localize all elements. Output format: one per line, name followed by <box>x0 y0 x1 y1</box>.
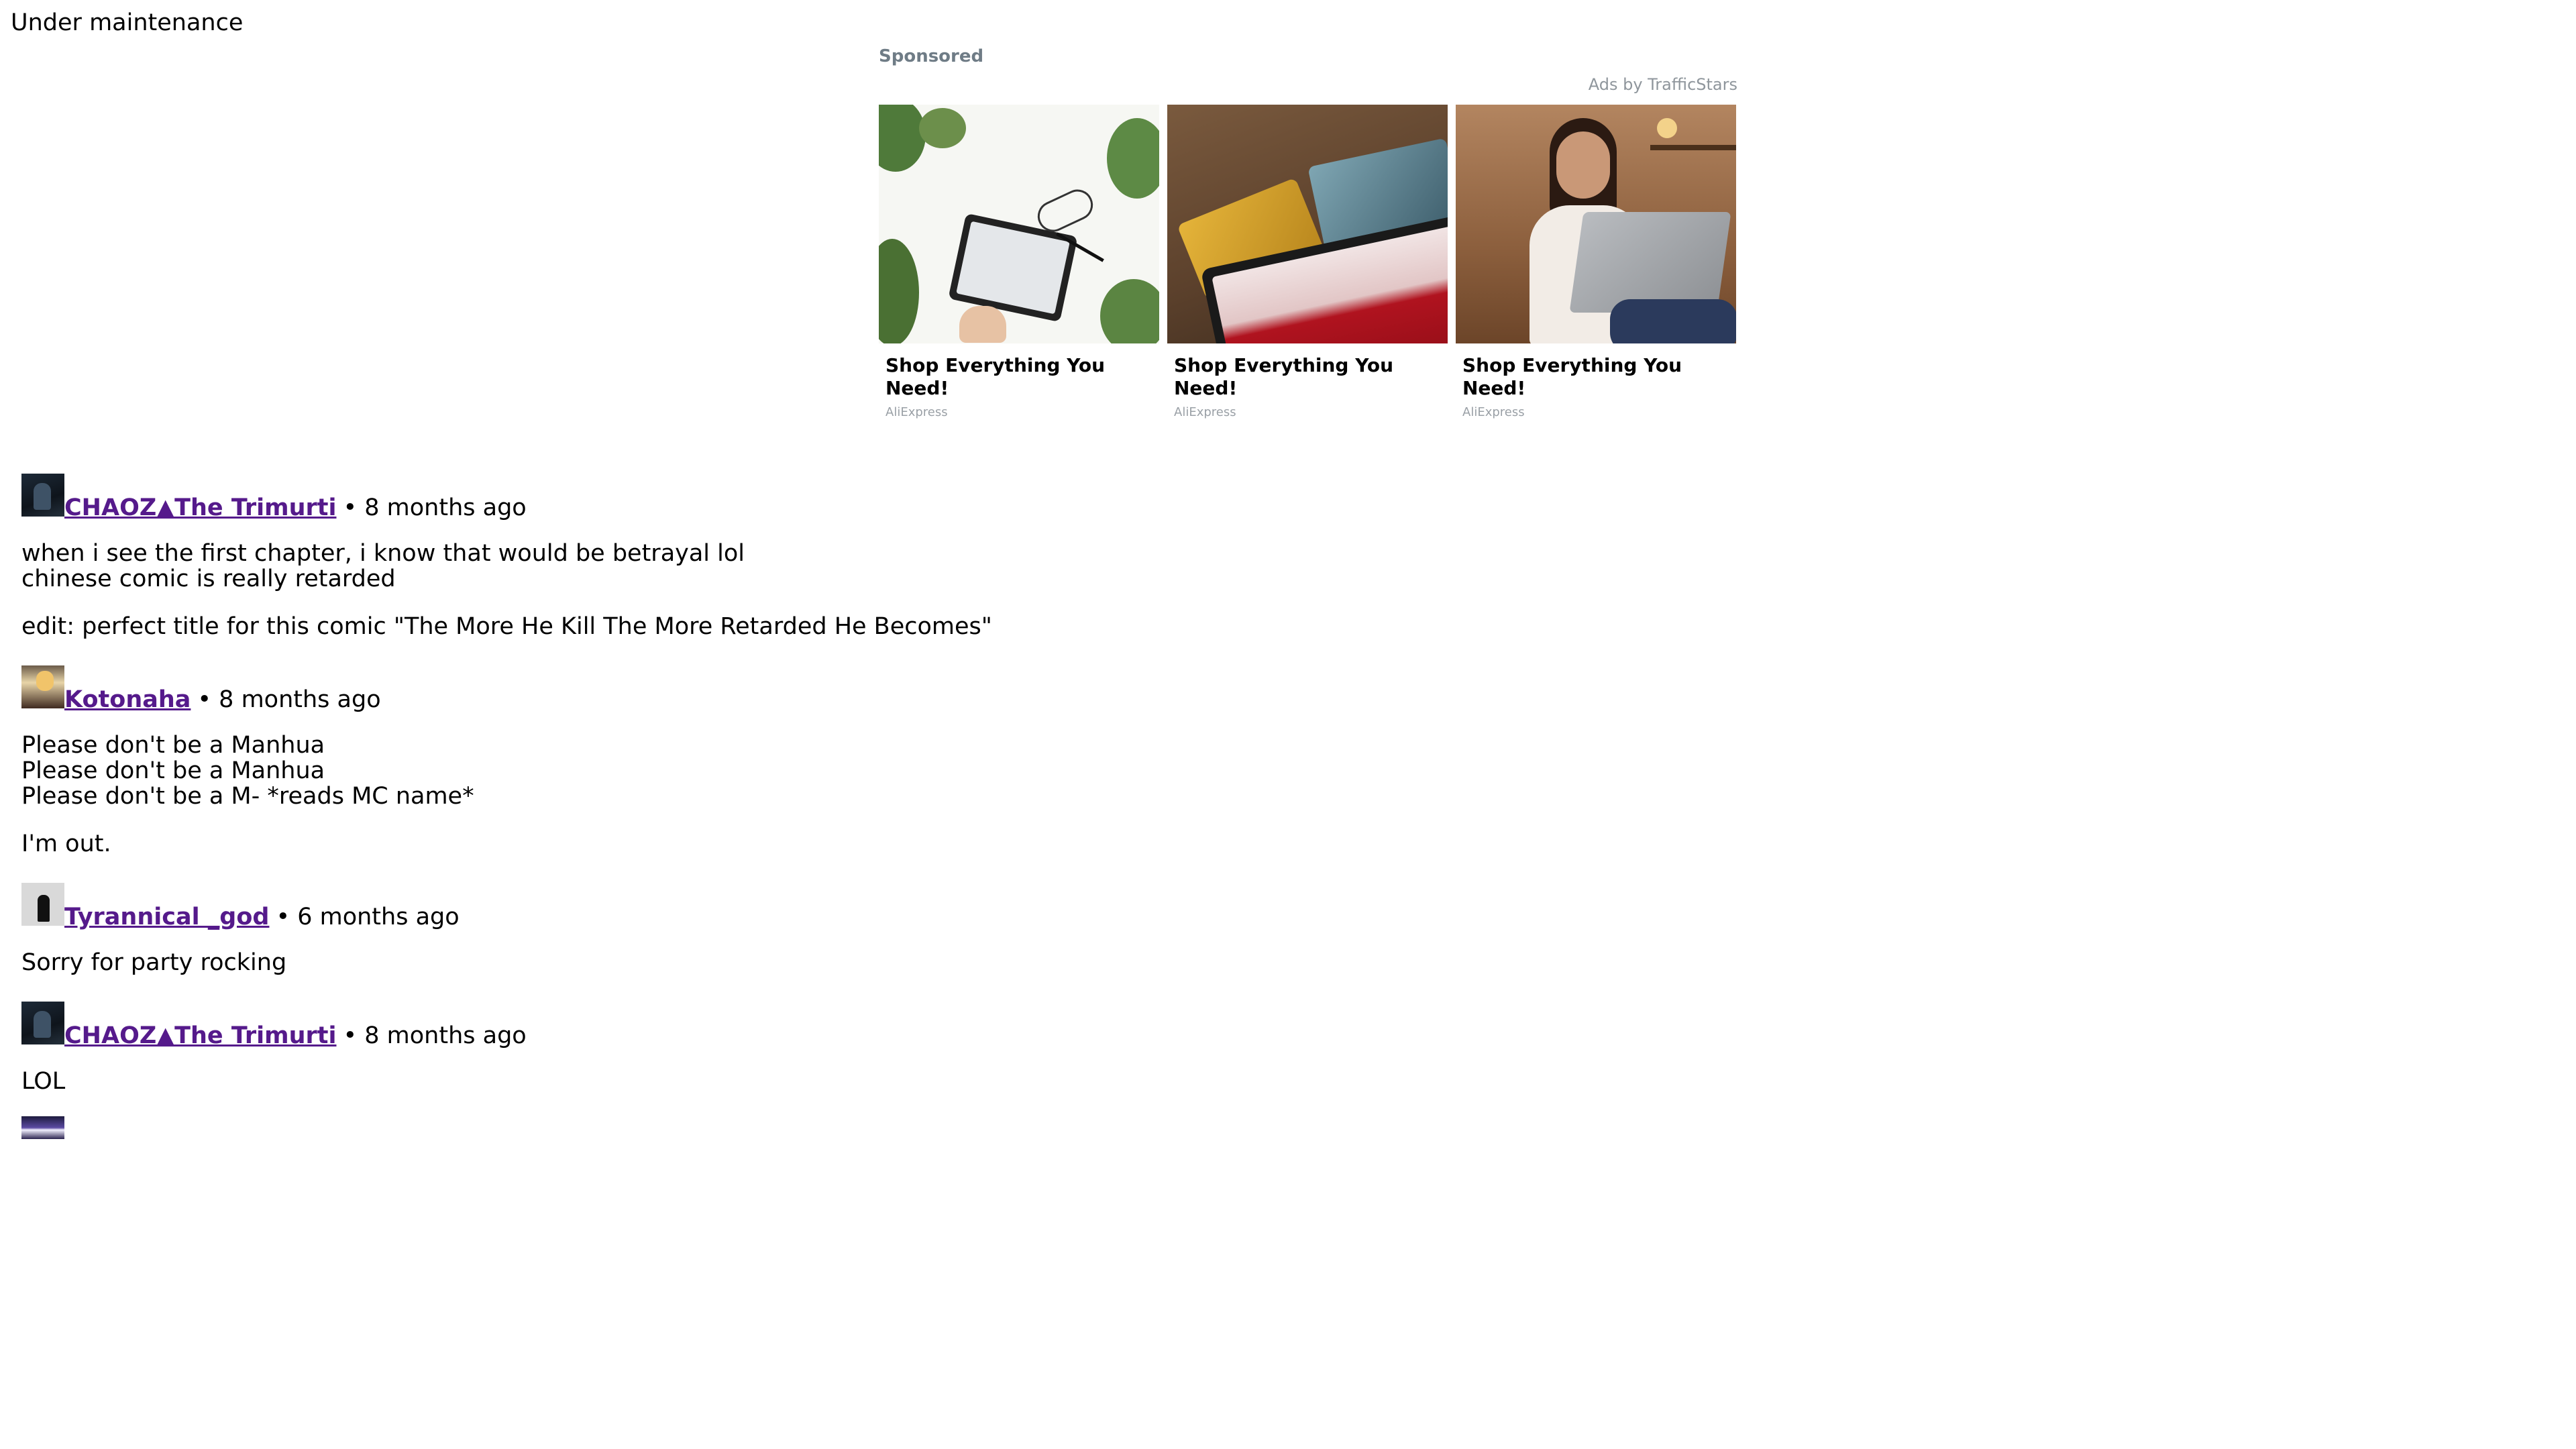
comment-author-link[interactable]: CHAOZ▲The Trimurti <box>64 494 337 522</box>
ad-image-credit-cards[interactable] <box>1167 105 1448 343</box>
avatar[interactable] <box>21 474 64 517</box>
ad-image-tablet-plants[interactable] <box>879 105 1159 343</box>
comment-paragraph: edit: perfect title for this comic "The … <box>21 613 992 640</box>
maintenance-notice: Under maintenance <box>11 9 244 36</box>
comment-list: CHAOZ▲The Trimurti • 8 months ago when i… <box>21 470 1631 1139</box>
comment-meta: • 8 months ago <box>197 686 381 713</box>
ad-provider-link[interactable]: Ads by TrafficStars <box>1589 74 1737 95</box>
ad-image-woman-laptop[interactable] <box>1456 105 1736 343</box>
comment-paragraph: when i see the first chapter, i know tha… <box>21 540 745 592</box>
avatar[interactable] <box>21 1002 64 1044</box>
sponsored-label: Sponsored <box>879 46 984 66</box>
ad-card[interactable]: Shop Everything You Need! AliExpress <box>1167 105 1448 419</box>
ad-card[interactable]: Shop Everything You Need! AliExpress <box>1456 105 1736 419</box>
ad-source: AliExpress <box>885 405 948 419</box>
ad-card-list: Shop Everything You Need! AliExpress Sho… <box>879 105 1737 419</box>
comment: CHAOZ▲The Trimurti • 8 months ago when i… <box>21 470 1631 639</box>
avatar[interactable] <box>21 883 64 926</box>
avatar[interactable] <box>21 665 64 708</box>
comment-header: CHAOZ▲The Trimurti • 8 months ago <box>21 470 1631 521</box>
comment-author-link[interactable]: Tyrannical _god <box>64 903 269 931</box>
comment-header: CHAOZ▲The Trimurti • 8 months ago <box>21 998 1631 1049</box>
comment-paragraph: LOL <box>21 1068 66 1095</box>
comment-meta: • 8 months ago <box>343 1022 527 1049</box>
comment-paragraph: I'm out. <box>21 830 111 857</box>
ad-source: AliExpress <box>1174 405 1236 419</box>
ad-title[interactable]: Shop Everything You Need! <box>1462 354 1729 400</box>
comment-author-link[interactable]: CHAOZ▲The Trimurti <box>64 1022 337 1050</box>
comment-meta: • 8 months ago <box>343 494 527 521</box>
comment-header: Tyrannical _god • 6 months ago <box>21 879 1631 930</box>
comment-author-link[interactable]: Kotonaha <box>64 686 191 714</box>
comment: CHAOZ▲The Trimurti • 8 months ago LOL <box>21 998 1631 1094</box>
ad-title[interactable]: Shop Everything You Need! <box>885 354 1152 400</box>
comment: Kotonaha • 8 months ago Please don't be … <box>21 661 1631 857</box>
comment-paragraph: Please don't be a Manhua Please don't be… <box>21 732 474 810</box>
page: Under maintenance Sponsored Ads by Traff… <box>0 0 2576 1449</box>
ad-card[interactable]: Shop Everything You Need! AliExpress <box>879 105 1159 419</box>
comment-body: LOL <box>21 1069 1631 1094</box>
comment-paragraph: Sorry for party rocking <box>21 949 287 976</box>
comment-header: Kotonaha • 8 months ago <box>21 661 1631 713</box>
comment-body: Sorry for party rocking <box>21 950 1631 975</box>
comment: Tyrannical _god • 6 months ago Sorry for… <box>21 879 1631 975</box>
avatar[interactable] <box>21 1116 64 1139</box>
ad-source: AliExpress <box>1462 405 1525 419</box>
comment-body: when i see the first chapter, i know tha… <box>21 541 1631 639</box>
comment-meta: • 6 months ago <box>276 904 460 930</box>
comment-body: Please don't be a Manhua Please don't be… <box>21 733 1631 857</box>
ad-title[interactable]: Shop Everything You Need! <box>1174 354 1441 400</box>
